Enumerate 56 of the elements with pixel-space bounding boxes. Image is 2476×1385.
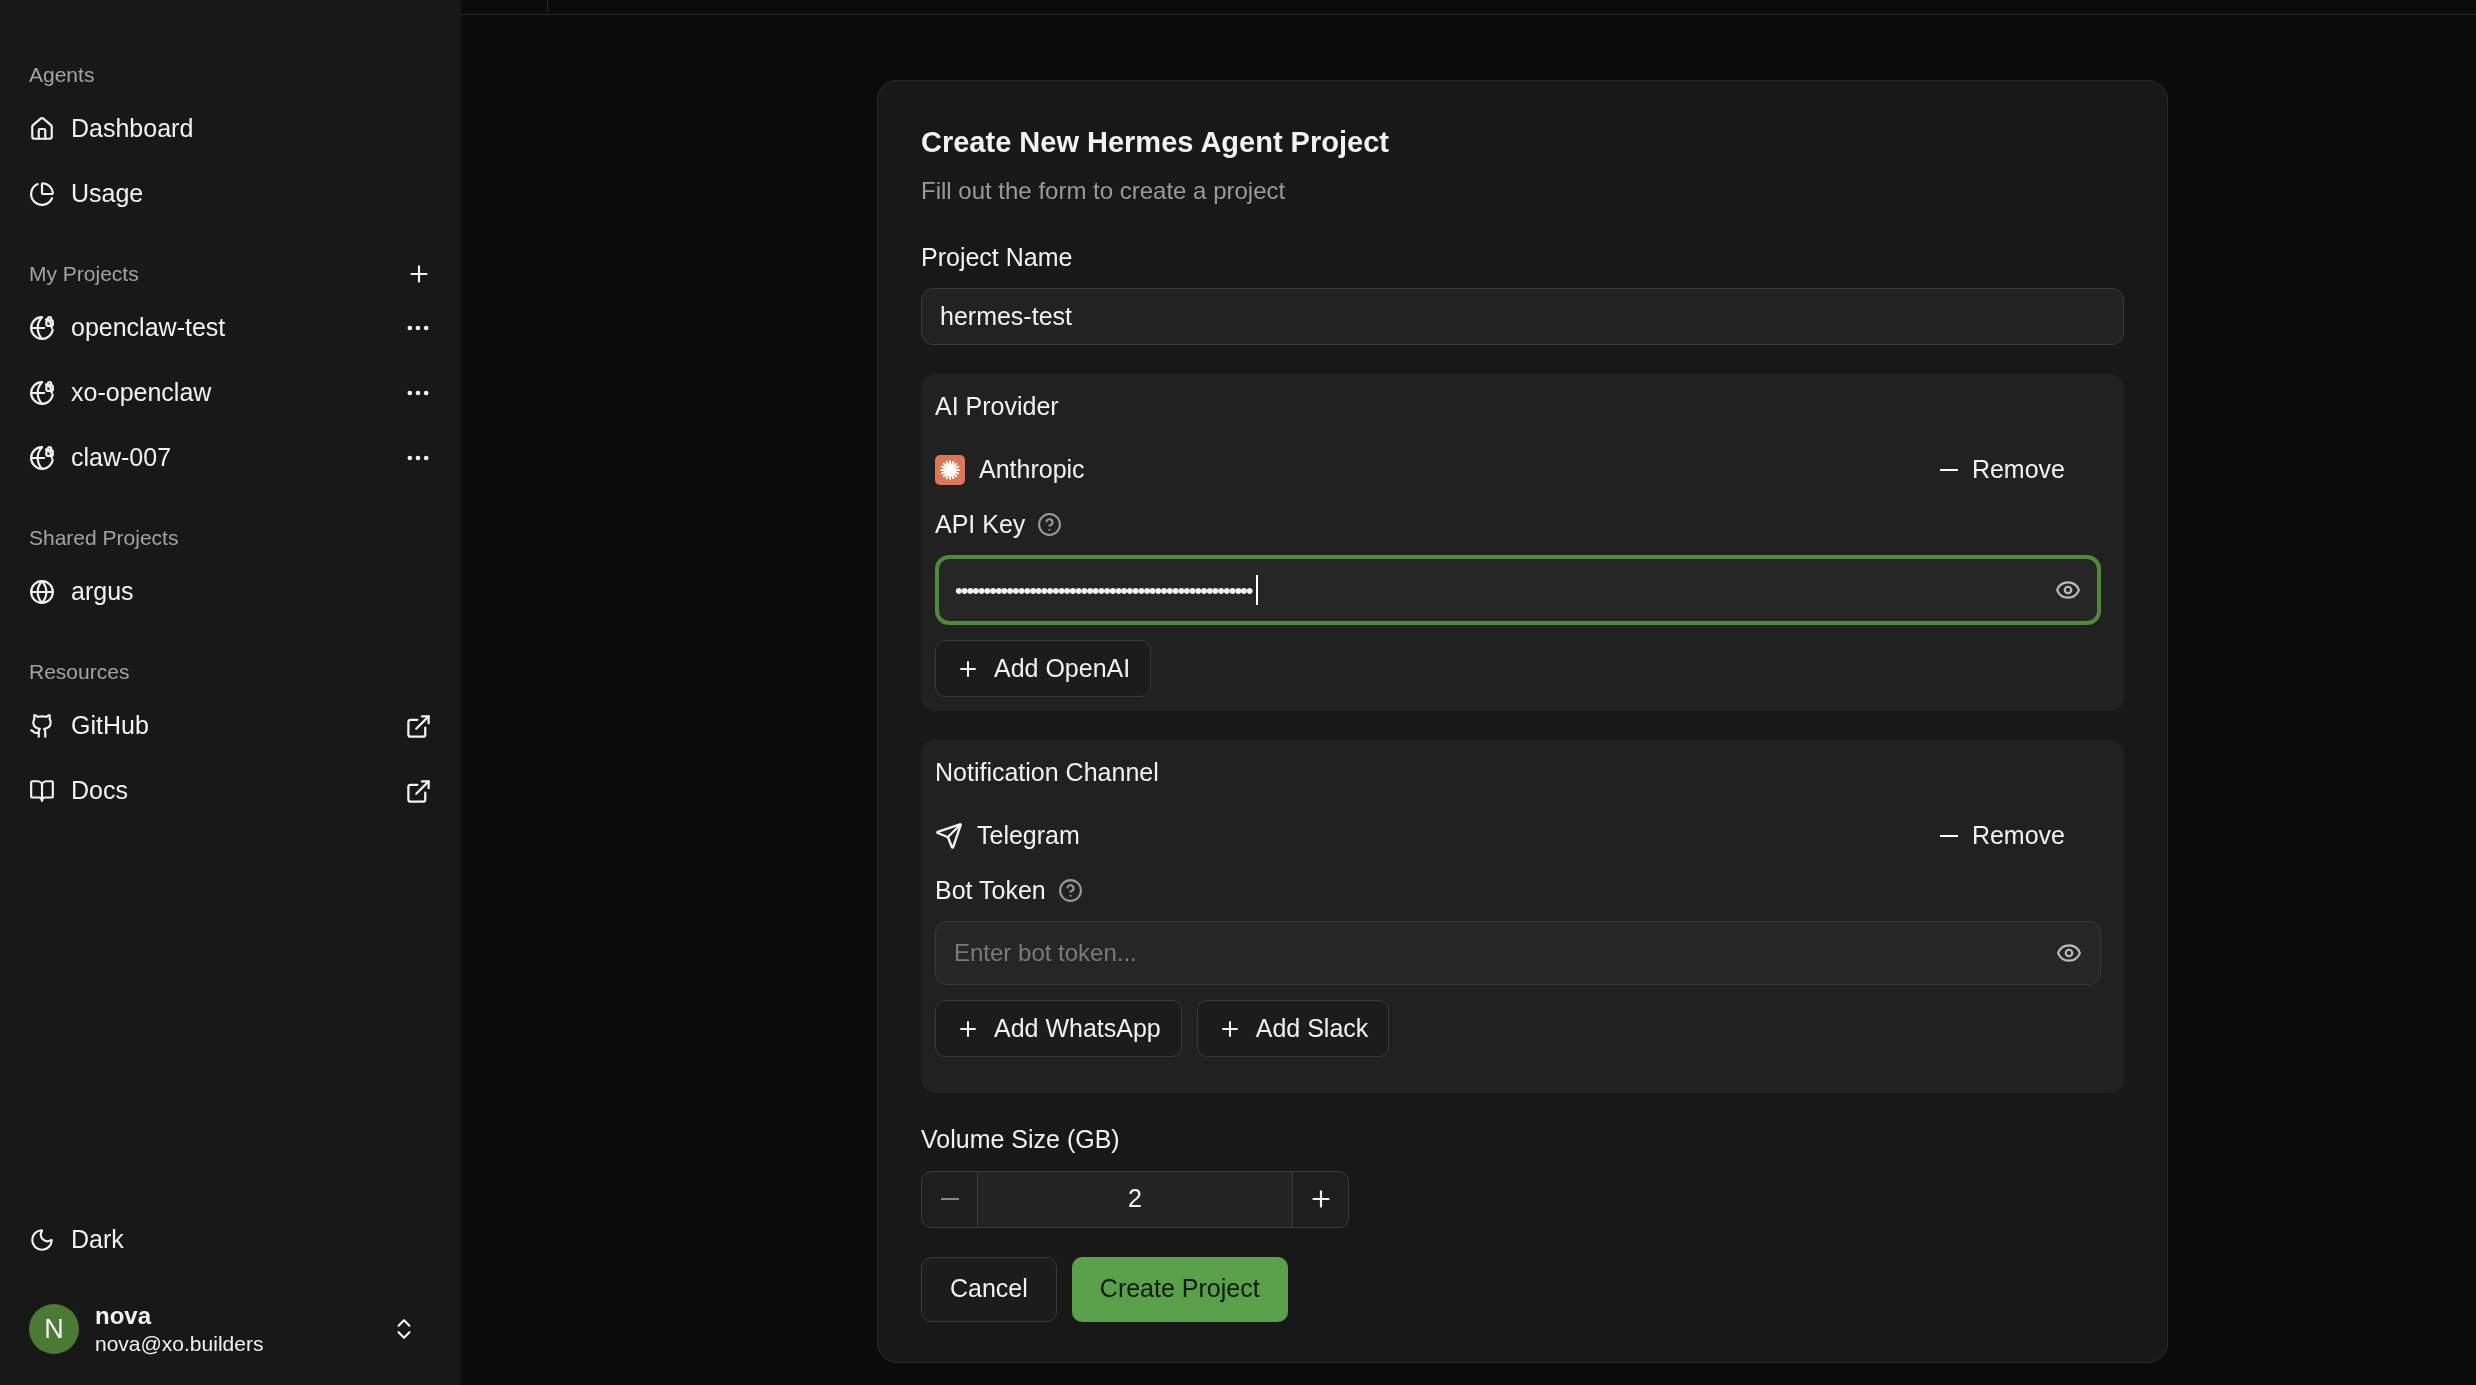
minus-icon (1939, 468, 1958, 471)
add-button[interactable]: Add OpenAI (935, 640, 1152, 697)
help-icon[interactable] (1037, 511, 1063, 537)
globe-lock-icon (29, 445, 55, 471)
volume-field[interactable]: 2 (978, 1171, 1292, 1227)
cancel-button[interactable]: Cancel (921, 1256, 1057, 1322)
field-label: API Key (935, 508, 1026, 540)
provider-name: Telegram (977, 819, 1081, 851)
secret-field[interactable]: Enter bot token... (935, 921, 2101, 985)
avatar: N (29, 1303, 79, 1354)
starburst-icon (935, 454, 965, 485)
sidebar-item[interactable]: Usage (29, 169, 432, 219)
globe-lock-icon (29, 315, 55, 341)
moon-icon (29, 1226, 55, 1253)
globe-icon (29, 579, 55, 605)
secret-field[interactable]: •••••••••••••••••••••••••••••••••••••••••••••••••••• (935, 555, 2101, 625)
minus-icon (1939, 834, 1958, 837)
create-button[interactable]: Create Project (1071, 1256, 1288, 1322)
remove-button[interactable]: Remove (1939, 450, 2065, 489)
user-email: nova@xo.builders (95, 1330, 265, 1357)
field-label: Bot Token (935, 874, 1046, 906)
theme-toggle[interactable]: Dark (29, 1214, 432, 1265)
external-link-icon[interactable] (405, 712, 432, 740)
field-label: Volume Size (GB) (921, 1124, 1121, 1155)
github-icon (29, 713, 55, 739)
project-name-field[interactable]: hermes-test (921, 288, 2124, 345)
group-title: Notification Channel (935, 757, 1160, 788)
pie-chart-icon (29, 181, 55, 207)
section-heading: Shared Projects (29, 525, 179, 552)
user-menu[interactable]: N nova nova@xo.builders (29, 1300, 432, 1357)
add-button[interactable]: Add Slack (1196, 1000, 1390, 1057)
sidebar-item[interactable]: claw-007 (29, 433, 432, 483)
book-icon (29, 778, 55, 804)
sidebar-item[interactable]: Docs (29, 766, 432, 816)
help-icon[interactable] (1057, 877, 1083, 903)
external-link-icon[interactable] (405, 777, 432, 805)
section-heading: My Projects (29, 261, 139, 288)
field-label: Project Name (921, 241, 1074, 273)
paper-plane-icon (935, 821, 963, 850)
sidebar-item[interactable]: GitHub (29, 701, 432, 751)
form-subtitle: Fill out the form to create a project (921, 175, 1287, 206)
sidebar-item[interactable]: openclaw-test (29, 303, 432, 353)
remove-button[interactable]: Remove (1939, 816, 2065, 855)
group-title: AI Provider (935, 391, 1060, 422)
minus-icon (940, 1198, 959, 1200)
sidebar-item[interactable]: xo-openclaw (29, 368, 432, 418)
sidebar-item[interactable]: argus (29, 567, 432, 617)
home-icon (29, 116, 55, 142)
add-button[interactable]: Add WhatsApp (935, 1000, 1182, 1057)
section-heading: Agents (29, 62, 95, 89)
user-name: nova (95, 1300, 153, 1331)
globe-lock-icon (29, 380, 55, 406)
section-heading: Resources (29, 659, 130, 686)
form-title: Create New Hermes Agent Project (921, 125, 1390, 160)
sidebar-item[interactable]: Dashboard (29, 104, 432, 154)
provider-name: Anthropic (979, 453, 1086, 485)
